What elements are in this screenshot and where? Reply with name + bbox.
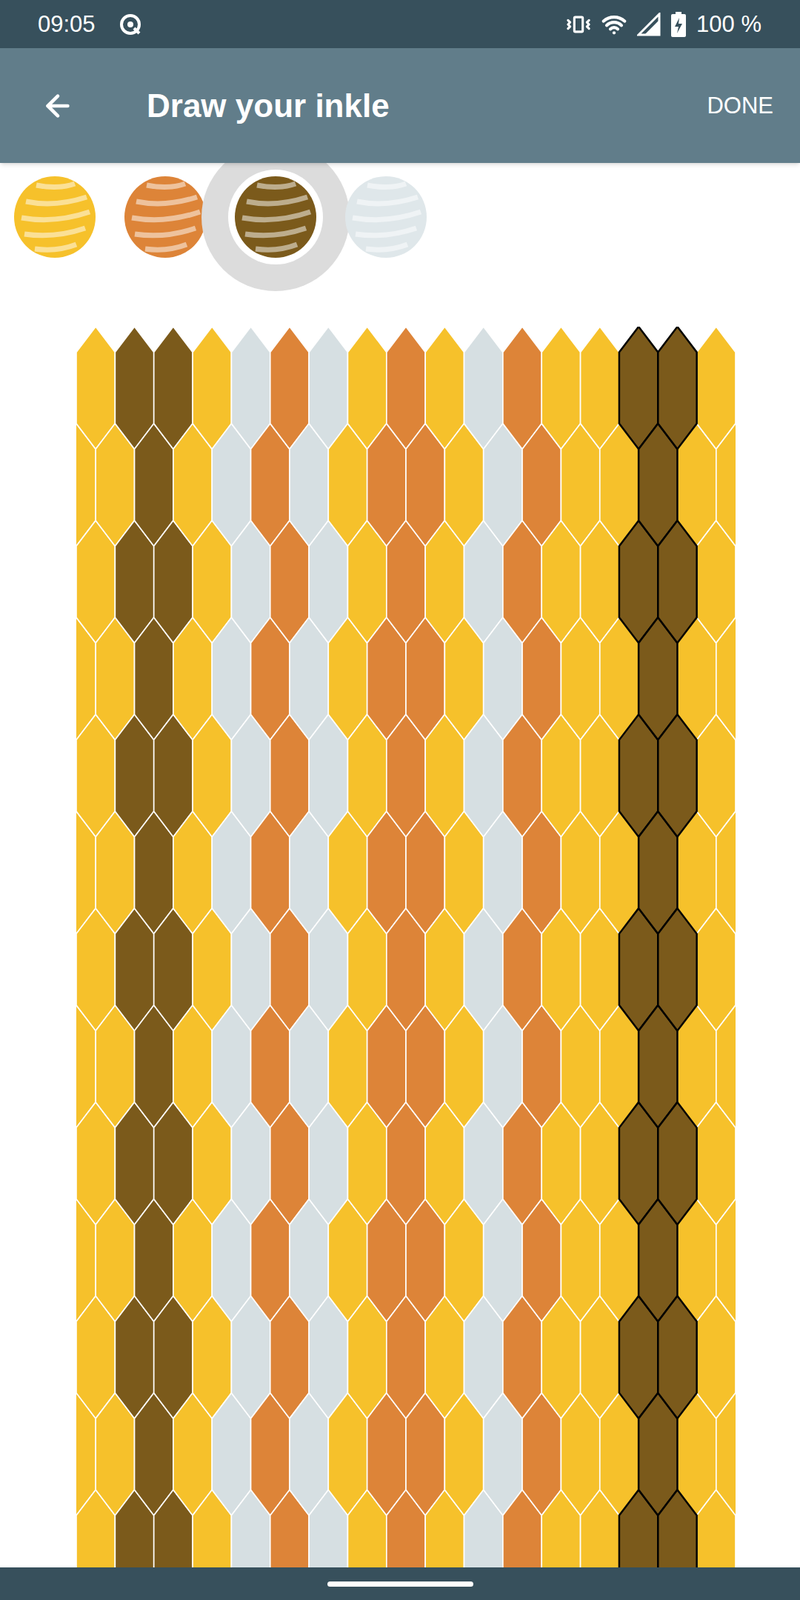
- thread-cell[interactable]: [716, 617, 736, 740]
- thread-cell[interactable]: [716, 1005, 736, 1128]
- thread-cell[interactable]: [716, 811, 736, 934]
- thread-cell[interactable]: [657, 1296, 697, 1419]
- navigation-bar: [0, 1567, 800, 1600]
- vibrate-icon: [565, 11, 592, 38]
- app-bar: Draw your inkle DONE: [0, 48, 800, 163]
- app-notification-icon: [117, 11, 143, 38]
- signal-icon: [637, 12, 661, 37]
- thread-cell[interactable]: [657, 908, 697, 1031]
- inkle-pattern[interactable]: [76, 326, 736, 1568]
- yarn-icon: [345, 176, 427, 258]
- thread-cell[interactable]: [657, 1102, 697, 1225]
- yarn-swatch[interactable]: [234, 176, 317, 258]
- yarn-swatch[interactable]: [345, 176, 427, 258]
- thread-cell[interactable]: [657, 1489, 697, 1568]
- home-handle[interactable]: [327, 1581, 474, 1587]
- yarn-swatch[interactable]: [124, 176, 206, 258]
- thread-cell[interactable]: [716, 1392, 736, 1515]
- color-palette: [0, 162, 800, 258]
- pattern-area: [0, 326, 800, 1568]
- back-arrow-icon: [40, 88, 75, 123]
- thread-cell[interactable]: [657, 326, 697, 449]
- battery-level: 100 %: [696, 12, 762, 36]
- yarn-swatch[interactable]: [14, 176, 96, 258]
- yarn-icon: [234, 176, 317, 258]
- screen-title: Draw your inkle: [146, 85, 390, 126]
- thread-cell[interactable]: [716, 1199, 736, 1322]
- thread-cell[interactable]: [657, 520, 697, 643]
- thread-cell[interactable]: [657, 714, 697, 837]
- back-button[interactable]: [38, 86, 78, 126]
- thread-cell[interactable]: [716, 423, 736, 546]
- status-time: 09:05: [37, 12, 96, 36]
- battery-icon: [671, 11, 686, 38]
- yarn-icon: [124, 176, 206, 258]
- status-bar: 09:05 100 %: [0, 0, 800, 49]
- done-button[interactable]: DONE: [703, 88, 777, 123]
- wifi-icon: [601, 11, 627, 38]
- yarn-icon: [14, 176, 96, 258]
- app-screen: 09:05 100 % Draw your inkle DONE: [0, 0, 800, 1600]
